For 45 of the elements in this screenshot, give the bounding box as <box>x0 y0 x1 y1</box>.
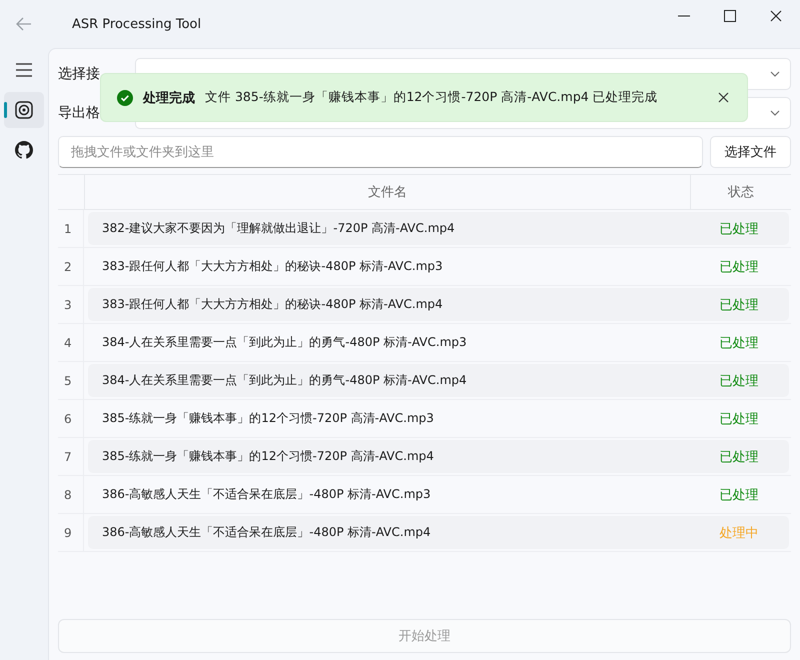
file-name-cell-text: 382-建议大家不要因为「理解就做出退让」-720P 高清-AVC.mp4 <box>101 220 456 237</box>
check-circle-icon <box>117 90 133 106</box>
chevron-down-icon <box>770 110 780 116</box>
window-title: ASR Processing Tool <box>72 16 202 32</box>
file-name-cell-text: 385-练就一身「赚钱本事」的12个习惯-720P 高清-AVC.mp3 <box>101 410 435 427</box>
file-name-cell-text: 386-高敏感人天生「不适合呆在底层」-480P 标清-AVC.mp4 <box>101 524 432 541</box>
choose-file-button[interactable]: 选择文件 <box>710 136 791 168</box>
column-header: 状态 <box>690 175 791 209</box>
status-cell-text: 已处理 <box>718 410 760 428</box>
field-label: 导出格 <box>58 104 101 122</box>
status-cell-text: 已处理 <box>718 486 760 504</box>
row-number: 8 <box>58 476 84 513</box>
menu-icon <box>15 63 33 77</box>
close-icon[interactable] <box>718 92 729 103</box>
status-cell-text: 处理中 <box>718 524 760 542</box>
status-cell-text: 已处理 <box>718 296 760 314</box>
status-cell-text: 已处理 <box>718 448 760 466</box>
row-number: 2 <box>58 248 84 285</box>
file-name-cell-text: 386-高敏感人天生「不适合呆在底层」-480P 标清-AVC.mp3 <box>101 486 432 503</box>
row-number: 4 <box>58 324 84 361</box>
status-cell-text: 已处理 <box>718 334 760 352</box>
field-label: 选择接 <box>58 65 101 83</box>
file-name-cell-text: 383-跟任何人都「大大方方相处」的秘诀-480P 标清-AVC.mp3 <box>101 258 444 275</box>
status-cell-text: 已处理 <box>718 258 760 276</box>
github-icon <box>15 141 33 159</box>
sidebar-item[interactable] <box>4 92 44 128</box>
chevron-down-icon <box>770 71 780 77</box>
row-number: 1 <box>58 210 84 247</box>
row-number: 6 <box>58 400 84 437</box>
file-name-cell-text: 383-跟任何人都「大大方方相处」的秘诀-480P 标清-AVC.mp4 <box>101 296 444 313</box>
row-number: 5 <box>58 362 84 399</box>
file-name-cell-text: 385-练就一身「赚钱本事」的12个习惯-720P 高清-AVC.mp4 <box>101 448 435 465</box>
maximize-icon[interactable] <box>724 10 736 22</box>
drop-field[interactable]: 拖拽文件或文件夹到这里 <box>58 136 703 168</box>
toast-title: 处理完成 <box>143 90 195 106</box>
row-number: 7 <box>58 438 84 475</box>
close-icon[interactable] <box>770 10 782 22</box>
row-number: 3 <box>58 286 84 323</box>
file-name-cell-text: 384-人在关系里需要一点「到此为止」的勇气-480P 标清-AVC.mp3 <box>101 334 468 351</box>
file-name-cell-text: 384-人在关系里需要一点「到此为止」的勇气-480P 标清-AVC.mp4 <box>101 372 468 389</box>
status-cell-text: 已处理 <box>718 220 760 238</box>
status-cell-text: 已处理 <box>718 372 760 390</box>
toast-message: 文件 385-练就一身「赚钱本事」的12个习惯-720P 高清-AVC.mp4 已处理完成 <box>205 89 659 106</box>
row-number: 9 <box>58 514 84 551</box>
column-header: 文件名 <box>367 184 408 202</box>
